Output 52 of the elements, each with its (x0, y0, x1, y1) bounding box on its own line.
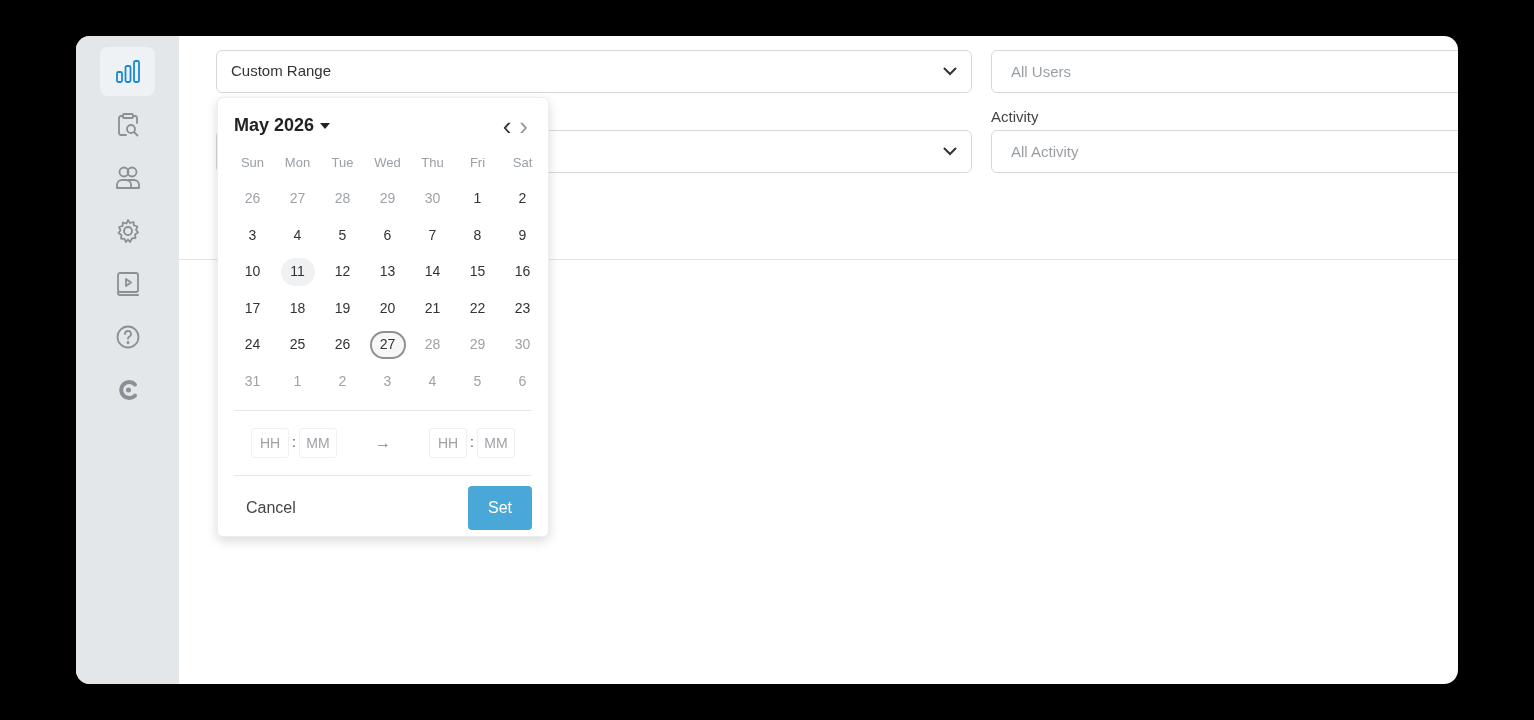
hours-field[interactable]: HH (429, 427, 467, 458)
weekday-label: Tue (330, 154, 355, 172)
time-separator: : (291, 433, 297, 452)
day-button[interactable]: 2 (505, 184, 540, 213)
day-button[interactable]: 18 (280, 294, 315, 323)
day-button[interactable]: 7 (415, 221, 450, 250)
day-button[interactable]: 6 (370, 221, 405, 250)
cancel-button[interactable]: Cancel (234, 489, 308, 526)
weekday-label: Sun (239, 154, 266, 172)
day-button[interactable]: 11 (280, 257, 315, 286)
minutes-field[interactable]: MM (299, 427, 337, 458)
field-label: Activity (991, 108, 1040, 127)
day-button[interactable]: 14 (415, 257, 450, 286)
previous-month-button[interactable]: ‹ (498, 115, 516, 136)
day-button[interactable]: 1 (460, 184, 495, 213)
weekday-label: Thu (420, 154, 445, 172)
sidebar-item[interactable] (100, 47, 155, 96)
day-button[interactable]: 17 (235, 294, 270, 323)
day-button[interactable]: 3 (235, 221, 270, 250)
chevron-down-icon (943, 147, 957, 156)
day-button[interactable]: 13 (370, 257, 405, 286)
minutes-field[interactable]: MM (476, 427, 515, 458)
weekday-label: Sat (511, 154, 534, 172)
day-button[interactable]: 9 (505, 221, 540, 250)
day-button[interactable]: 15 (460, 257, 495, 286)
day-button[interactable]: 8 (460, 221, 495, 250)
input-field[interactable]: All Users (991, 50, 1458, 93)
day-button[interactable]: 20 (370, 294, 405, 323)
day-button[interactable]: 16 (505, 257, 540, 286)
select-field[interactable]: Custom Range (216, 50, 972, 93)
weekday-label: Mon (283, 154, 312, 172)
chart-icon (113, 57, 142, 86)
chevron-down-icon (943, 67, 957, 76)
weekday-label: Wed (373, 154, 402, 172)
day-button[interactable]: 25 (280, 330, 315, 359)
day-button[interactable]: 19 (325, 294, 360, 323)
day-button[interactable]: 22 (460, 294, 495, 323)
day-button[interactable]: 5 (325, 221, 360, 250)
day-button[interactable]: 27 (369, 330, 406, 359)
day-button[interactable]: 23 (505, 294, 540, 323)
hours-field[interactable]: HH (251, 427, 290, 458)
time-separator: : (469, 433, 475, 452)
weekday-label: Fri (468, 154, 487, 172)
day-button[interactable]: 10 (235, 257, 270, 286)
day-button[interactable]: 4 (280, 221, 315, 250)
day-button[interactable]: 24 (235, 330, 270, 359)
arrow-text: → (375, 432, 391, 453)
input-field[interactable]: All Activity (991, 130, 1458, 173)
day-button[interactable]: 21 (415, 294, 450, 323)
day-button[interactable]: 26 (325, 330, 360, 359)
day-button[interactable]: 12 (325, 257, 360, 286)
month-dropdown[interactable]: May 2026 (234, 112, 331, 139)
